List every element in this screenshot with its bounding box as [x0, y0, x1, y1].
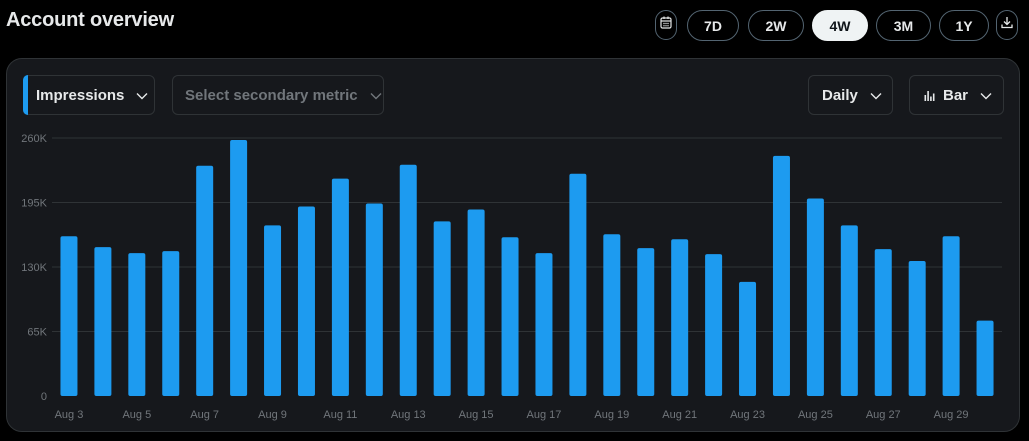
bar[interactable]	[840, 225, 858, 396]
bar[interactable]	[535, 253, 553, 396]
x-tick-label: Aug 23	[730, 409, 765, 421]
y-tick-label: 65K	[27, 327, 47, 339]
x-tick-label: Aug 3	[55, 409, 84, 421]
x-tick-label: Aug 17	[527, 409, 562, 421]
bar[interactable]	[705, 254, 723, 396]
x-tick-label: Aug 9	[258, 409, 287, 421]
bar[interactable]	[331, 178, 349, 396]
y-tick-label: 195K	[21, 198, 47, 210]
bar[interactable]	[230, 139, 248, 396]
bar[interactable]	[806, 198, 824, 396]
x-tick-label: Aug 21	[662, 409, 697, 421]
bar[interactable]	[908, 261, 926, 396]
y-tick-label: 130K	[21, 262, 47, 274]
bar[interactable]	[501, 237, 519, 396]
bar[interactable]	[569, 173, 587, 396]
bar[interactable]	[976, 320, 994, 396]
impressions-bar-chart: 0 65K 130K 195K 260K Aug 3 Aug 5 Aug 7 Aug 9 Aug…	[21, 133, 1002, 421]
bar[interactable]	[399, 164, 417, 396]
x-tick-label: Aug 25	[798, 409, 833, 421]
bar[interactable]	[264, 225, 282, 396]
y-tick-label: 0	[41, 391, 47, 403]
x-tick-label: Aug 27	[866, 409, 901, 421]
bar[interactable]	[467, 209, 485, 396]
y-tick-label: 260K	[21, 133, 47, 145]
x-tick-label: Aug 11	[323, 409, 357, 421]
bar[interactable]	[433, 221, 451, 396]
bar[interactable]	[874, 249, 892, 396]
x-tick-label: Aug 15	[459, 409, 494, 421]
x-tick-label: Aug 7	[190, 409, 219, 421]
bar[interactable]	[196, 165, 214, 396]
x-tick-label: Aug 5	[122, 409, 151, 421]
bar[interactable]	[637, 248, 655, 396]
bar[interactable]	[297, 206, 315, 396]
bar[interactable]	[162, 251, 180, 396]
bar[interactable]	[365, 203, 383, 396]
x-tick-label: Aug 29	[934, 409, 969, 421]
x-tick-label: Aug 19	[594, 409, 629, 421]
bar[interactable]	[671, 239, 689, 396]
bar[interactable]	[128, 253, 146, 396]
bar[interactable]	[60, 236, 78, 396]
x-tick-label: Aug 13	[391, 409, 426, 421]
bar[interactable]	[94, 247, 112, 396]
bar[interactable]	[739, 281, 757, 396]
bar[interactable]	[603, 234, 621, 396]
bar[interactable]	[942, 236, 960, 396]
bar[interactable]	[772, 155, 790, 396]
